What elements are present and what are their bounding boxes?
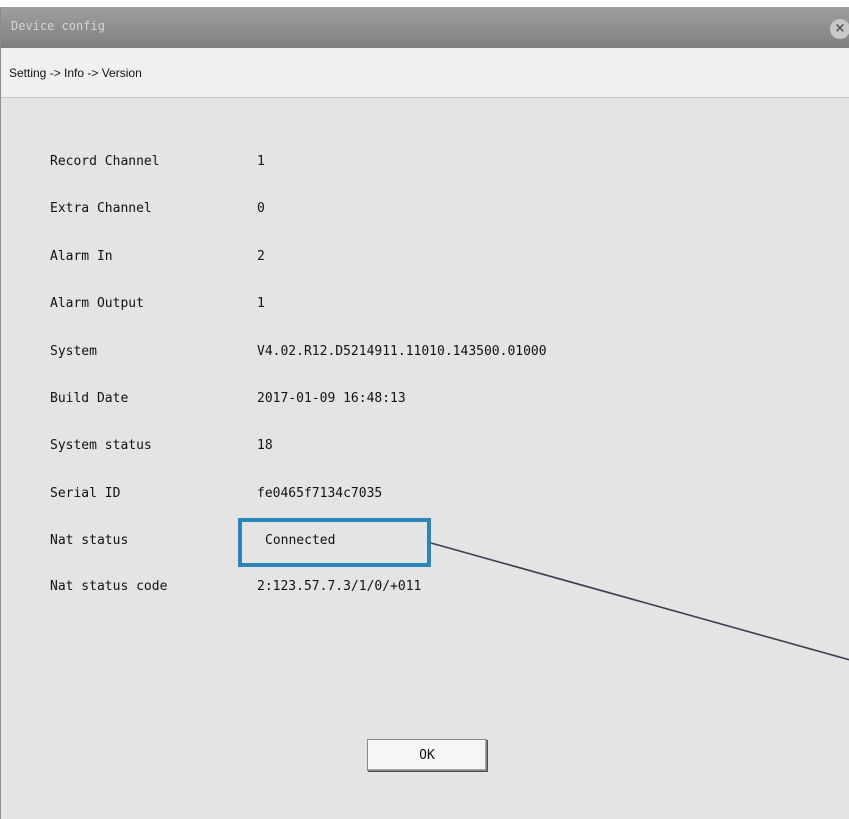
- device-config-dialog: Device config × Setting -> Info -> Versi…: [0, 7, 849, 819]
- breadcrumb-bar: Setting -> Info -> Version: [1, 48, 849, 98]
- callout-leader-line: [430, 542, 849, 661]
- title-bar[interactable]: Device config ×: [1, 7, 849, 48]
- close-icon[interactable]: ×: [830, 19, 849, 39]
- info-panel: Record Channel 1 Extra Channel 0 Alarm I…: [1, 98, 849, 819]
- ok-button[interactable]: OK: [367, 739, 487, 771]
- window-title: Device config: [11, 19, 105, 33]
- breadcrumb: Setting -> Info -> Version: [9, 66, 142, 80]
